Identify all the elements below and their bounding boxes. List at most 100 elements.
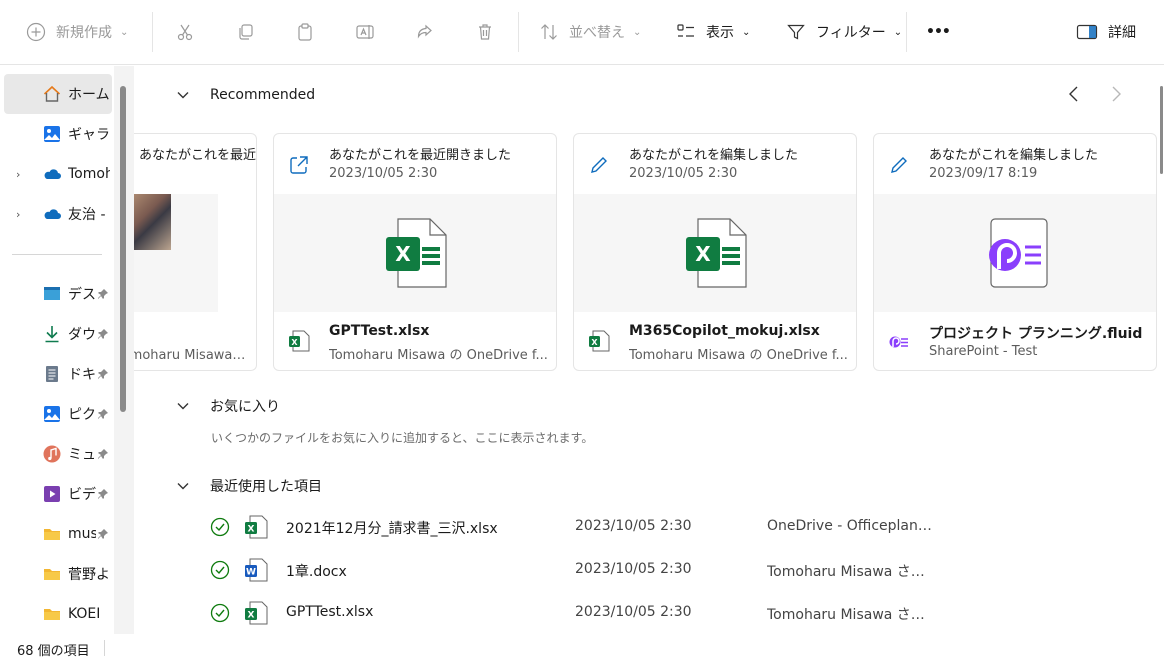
recommended-title: Recommended — [210, 87, 316, 103]
home-icon — [42, 84, 62, 104]
desktop-icon — [42, 284, 62, 304]
excel-file-icon: X — [245, 515, 268, 539]
svg-text:X: X — [248, 525, 255, 535]
chevron-down-icon: ⌄ — [633, 26, 642, 38]
sidebar-item-music[interactable]: ミュージック — [4, 434, 112, 474]
recent-file-name: 2021年12月分_請求書_三沢.xlsx — [286, 521, 498, 537]
chevron-down-icon — [177, 483, 189, 490]
gallery-icon — [42, 124, 62, 144]
excel-file-icon: X — [686, 218, 747, 288]
view-button[interactable]: 表示 ⌄ — [676, 14, 750, 50]
sidebar-divider — [12, 254, 102, 255]
new-button[interactable]: 新規作成 ⌄ — [26, 14, 128, 50]
chevron-down-icon — [177, 403, 189, 410]
paste-button[interactable] — [295, 14, 315, 50]
onedrive-cloud-icon — [42, 204, 62, 224]
previous-arrow-icon[interactable] — [1064, 84, 1084, 104]
sidebar-item-videos[interactable]: ビデオ — [4, 474, 112, 514]
favorites-header[interactable]: お気に入り — [176, 396, 280, 416]
recommended-card[interactable]: あなたがこれを編集しました 2023/09/17 8:19 プロジェクト プラン… — [873, 133, 1157, 371]
sidebar-item-onedrive-business[interactable]: › 友治 - — [4, 194, 112, 234]
recent-row[interactable]: X GPTTest.xlsx 2023/10/05 2:30 Tomoharu … — [204, 593, 1164, 633]
synced-check-icon — [210, 603, 230, 623]
card-thumbnail — [874, 194, 1156, 312]
copy-button[interactable] — [235, 14, 255, 50]
pin-icon — [96, 407, 110, 421]
recommended-card[interactable]: あなたがこれを最近開きました Tomoharu Misawa の OneDriv… — [134, 133, 257, 371]
sidebar-item-folder-kanno[interactable]: 菅野よう子 — [4, 554, 112, 594]
filter-button[interactable]: フィルター ⌄ — [786, 14, 902, 50]
pencil-edit-icon — [891, 157, 907, 173]
recent-title: 最近使用した項目 — [210, 479, 322, 495]
recent-header[interactable]: 最近使用した項目 — [176, 476, 322, 496]
rename-icon — [356, 25, 374, 39]
chevron-right-icon[interactable]: › — [16, 168, 20, 181]
recent-file-name: 1章.docx — [286, 564, 347, 580]
word-file-icon: W — [245, 558, 268, 582]
sidebar-item-downloads[interactable]: ダウンロード — [4, 314, 112, 354]
photo-thumbnail — [134, 194, 171, 250]
recommended-header[interactable]: Recommended — [176, 87, 315, 103]
item-count: 68 個の項目 — [17, 644, 90, 659]
sidebar-item-label: 菅野よう子 — [68, 567, 110, 583]
ellipsis-icon: ••• — [926, 24, 951, 40]
copy-icon — [239, 24, 253, 40]
sidebar-item-folder-music[interactable]: music — [4, 514, 112, 554]
sidebar-item-desktop[interactable]: デスクトップ — [4, 274, 112, 314]
synced-check-icon — [210, 517, 230, 537]
sidebar-scrollbar-thumb[interactable] — [120, 86, 126, 412]
card-activity: あなたがこれを最近開きました — [139, 148, 257, 163]
next-arrow-icon[interactable] — [1106, 84, 1126, 104]
share-button[interactable] — [415, 14, 435, 50]
filter-button-label: フィルター — [816, 25, 886, 41]
delete-button[interactable] — [475, 14, 495, 50]
recommended-card[interactable]: あなたがこれを最近開きました 2023/10/05 2:30 X X GPTTe… — [273, 133, 557, 371]
sort-button[interactable]: 並べ替え ⌄ — [539, 14, 641, 50]
sidebar-item-pictures[interactable]: ピクチャ — [4, 394, 112, 434]
svg-text:X: X — [395, 242, 411, 266]
svg-text:W: W — [246, 568, 256, 578]
svg-text:X: X — [591, 338, 598, 347]
sidebar-item-folder-koei[interactable]: KOEI — [4, 594, 112, 634]
filter-funnel-icon — [787, 24, 805, 40]
pin-icon — [96, 527, 110, 541]
chevron-right-icon[interactable]: › — [16, 208, 20, 221]
card-location: Tomoharu Misawa の OneDrive f... — [329, 348, 548, 363]
divider — [518, 12, 519, 52]
excel-file-icon: X — [245, 601, 268, 625]
main-content: Recommended あなたがこれを最近開きました Tomoharu Misa… — [134, 66, 1164, 660]
sidebar-item-gallery[interactable]: ギャラリー — [4, 114, 112, 154]
details-pane-button[interactable]: 詳細 — [1076, 14, 1136, 50]
more-options-button[interactable]: ••• — [926, 14, 951, 50]
chevron-down-icon: ⌄ — [742, 26, 751, 38]
recent-row[interactable]: X 2021年12月分_請求書_三沢.xlsx 2023/10/05 2:30 … — [204, 507, 1164, 547]
cut-button[interactable] — [175, 14, 195, 50]
main-scrollbar-thumb[interactable] — [1160, 86, 1163, 174]
sidebar-item-home[interactable]: ホーム — [4, 74, 112, 114]
clipboard-icon — [298, 23, 312, 41]
loop-file-icon — [989, 218, 1048, 288]
recent-row[interactable]: W 1章.docx 2023/10/05 2:30 Tomoharu Misaw… — [204, 550, 1164, 590]
chevron-down-icon: ⌄ — [120, 26, 129, 38]
sidebar-item-label: ギャラリー — [68, 127, 110, 143]
card-date: 2023/10/05 2:30 — [629, 166, 738, 181]
chevron-down-icon — [177, 92, 189, 99]
sidebar-item-onedrive-personal[interactable]: › Tomoharu — [4, 154, 112, 194]
recent-file-date: 2023/10/05 2:30 — [575, 518, 692, 534]
sidebar-item-label: ホーム — [68, 87, 110, 103]
recent-file-location: OneDrive - Officeplann... — [767, 518, 937, 534]
new-button-label: 新規作成 — [56, 25, 112, 41]
sidebar-item-documents[interactable]: ドキュメント — [4, 354, 112, 394]
command-bar: 新規作成 ⌄ 並べ替え ⌄ 表示 ⌄ フィルター ⌄ ••• 詳細 — [0, 0, 1164, 65]
video-film-icon — [42, 484, 62, 504]
recent-file-location: Tomoharu Misawa さん... — [767, 564, 937, 580]
rename-button[interactable] — [355, 14, 375, 50]
pin-icon — [96, 487, 110, 501]
recommended-card[interactable]: あなたがこれを編集しました 2023/10/05 2:30 X X M365Co… — [573, 133, 857, 371]
download-arrow-icon — [42, 324, 62, 344]
scissors-icon — [177, 24, 193, 41]
pin-icon — [96, 287, 110, 301]
card-thumbnail: X — [574, 194, 856, 312]
synced-check-icon — [210, 560, 230, 580]
share-icon — [417, 24, 432, 39]
